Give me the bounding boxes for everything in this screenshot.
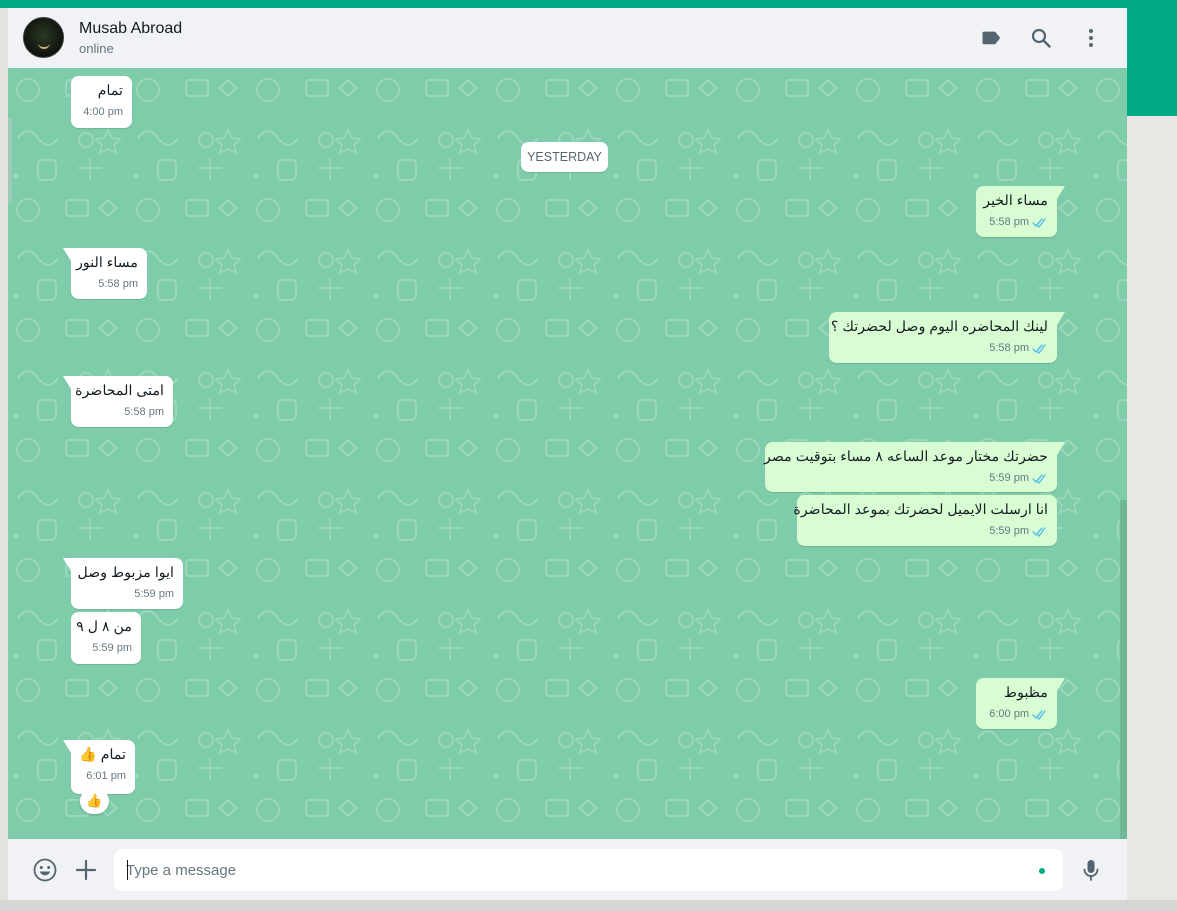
- text-caret: [127, 860, 128, 880]
- contact-status: online: [79, 41, 114, 56]
- message-list-scrollbar[interactable]: [1120, 500, 1127, 839]
- message-time: 6:01 pm: [86, 770, 126, 782]
- avatar[interactable]: [23, 17, 64, 58]
- message-text: حضرتك مختار موعد الساعه ٨ مساء بتوقيت مص…: [764, 449, 1048, 465]
- conversation-header[interactable]: Musab Abroad online: [8, 8, 1127, 68]
- message-incoming[interactable]: تمام 4:00 pm: [71, 76, 132, 128]
- message-incoming[interactable]: امتى المحاضرة 5:58 pm: [63, 376, 173, 427]
- message-text: تمام: [97, 83, 123, 99]
- message-text: تمام 👍: [79, 747, 126, 763]
- message-text: لينك المحاضره اليوم وصل لحضرتك ؟: [830, 319, 1048, 335]
- message-time: 5:59 pm: [989, 525, 1029, 537]
- bubble-tail: [63, 376, 71, 389]
- message-outgoing[interactable]: مظبوط 6:00 pm: [976, 678, 1065, 729]
- emoji-icon[interactable]: [32, 857, 58, 883]
- message-incoming[interactable]: من ٨ ل ٩ 5:59 pm: [71, 612, 141, 664]
- double-check-read-icon: [1032, 709, 1048, 720]
- composer-bar: [8, 839, 1127, 900]
- message-reaction[interactable]: 👍: [80, 788, 109, 814]
- double-check-read-icon: [1032, 343, 1048, 354]
- double-check-read-icon: [1032, 217, 1048, 228]
- conversation-panel: Musab Abroad online تمام 4:00 pm YESTERD…: [8, 8, 1127, 900]
- message-input[interactable]: [126, 849, 1026, 891]
- message-incoming[interactable]: ايوا مزبوط وصل 5:59 pm: [63, 558, 183, 609]
- extension-indicator-dot: [1039, 868, 1045, 874]
- app-background: [1127, 116, 1177, 911]
- message-text: انا ارسلت الايميل لحضرتك بموعد المحاضرة: [793, 502, 1048, 518]
- bubble-tail: [63, 558, 71, 571]
- message-time: 6:00 pm: [989, 708, 1029, 720]
- microphone-icon[interactable]: [1078, 857, 1104, 883]
- message-text: مساء الخير: [983, 193, 1048, 209]
- message-incoming[interactable]: مساء النور 5:58 pm: [63, 248, 147, 299]
- double-check-read-icon: [1032, 473, 1048, 484]
- bubble-tail: [1057, 442, 1065, 455]
- app-bottom-edge: [0, 900, 1177, 911]
- message-list[interactable]: تمام 4:00 pm YESTERDAY مساء الخير 5:58 p…: [8, 68, 1127, 839]
- attach-plus-icon[interactable]: [73, 857, 99, 883]
- app-top-accent-bar: [0, 0, 1177, 8]
- message-time: 5:59 pm: [92, 642, 132, 654]
- bubble-tail: [1057, 678, 1065, 691]
- menu-icon[interactable]: [1079, 26, 1103, 50]
- message-incoming[interactable]: تمام 👍 6:01 pm: [63, 740, 135, 794]
- message-outgoing[interactable]: لينك المحاضره اليوم وصل لحضرتك ؟ 5:58 pm: [829, 312, 1065, 363]
- message-outgoing[interactable]: حضرتك مختار موعد الساعه ٨ مساء بتوقيت مص…: [764, 442, 1065, 492]
- label-icon[interactable]: [979, 26, 1003, 50]
- search-icon[interactable]: [1029, 26, 1053, 50]
- message-time: 5:58 pm: [989, 216, 1029, 228]
- message-text: مساء النور: [76, 255, 138, 271]
- message-input-box[interactable]: [114, 849, 1063, 891]
- message-text: ايوا مزبوط وصل: [77, 565, 174, 581]
- message-time: 5:59 pm: [134, 588, 174, 600]
- message-time: 5:58 pm: [124, 406, 164, 418]
- message-text: مظبوط: [1004, 685, 1048, 701]
- bubble-tail: [63, 248, 71, 261]
- avatar-logo: [38, 39, 50, 49]
- message-text: امتى المحاضرة: [75, 383, 164, 399]
- contact-name: Musab Abroad: [79, 20, 183, 37]
- message-time: 5:59 pm: [989, 472, 1029, 484]
- message-outgoing[interactable]: مساء الخير 5:58 pm: [976, 186, 1065, 237]
- message-text: من ٨ ل ٩: [76, 619, 132, 635]
- message-time: 4:00 pm: [83, 106, 123, 118]
- bubble-tail: [1057, 312, 1065, 325]
- message-time: 5:58 pm: [98, 278, 138, 290]
- bubble-tail: [1057, 186, 1065, 199]
- message-outgoing[interactable]: انا ارسلت الايميل لحضرتك بموعد المحاضرة …: [793, 495, 1057, 546]
- bubble-tail: [63, 740, 71, 753]
- app-right-accent: [1127, 0, 1177, 116]
- double-check-read-icon: [1032, 526, 1048, 537]
- message-time: 5:58 pm: [989, 342, 1029, 354]
- scroll-thumb[interactable]: [8, 118, 12, 203]
- date-separator: YESTERDAY: [521, 142, 608, 172]
- contact-info[interactable]: Musab Abroad online: [79, 19, 182, 58]
